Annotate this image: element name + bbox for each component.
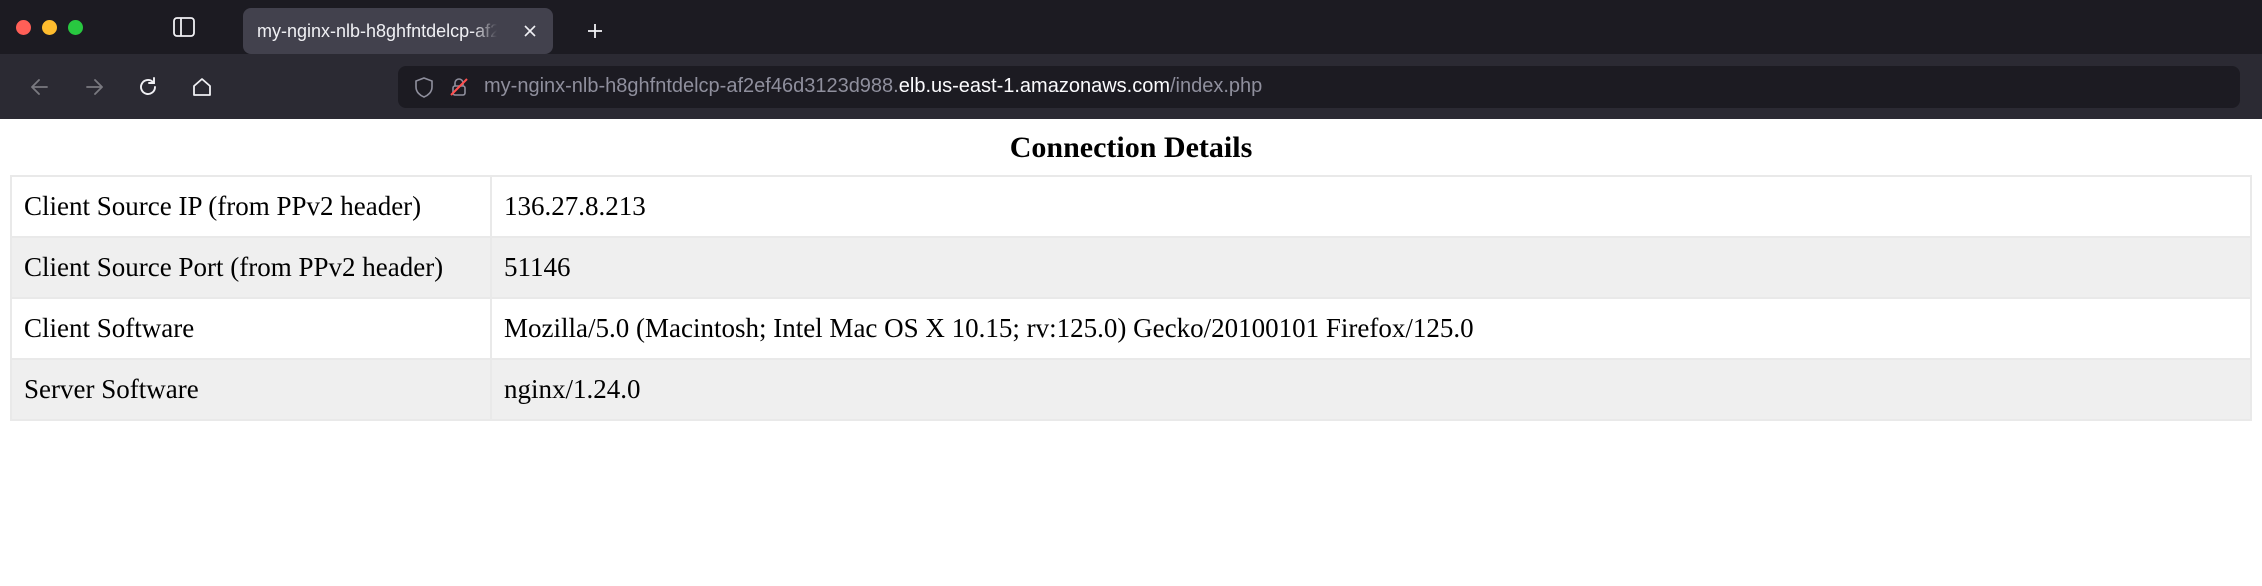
window-controls <box>16 20 83 35</box>
url-host: elb.us-east-1.amazonaws.com <box>899 75 1170 97</box>
page-title: Connection Details <box>0 131 2262 165</box>
arrow-right-icon <box>83 76 105 98</box>
arrow-left-icon <box>29 76 51 98</box>
table-row: Client SoftwareMozilla/5.0 (Macintosh; I… <box>11 298 2251 359</box>
detail-value: Mozilla/5.0 (Macintosh; Intel Mac OS X 1… <box>491 298 2251 359</box>
reload-button[interactable] <box>130 69 166 105</box>
tab-title: my-nginx-nlb-h8ghfntdelcp-af2ef46 <box>257 21 497 42</box>
reload-icon <box>137 76 159 98</box>
detail-label: Server Software <box>11 359 491 420</box>
detail-label: Client Source IP (from PPv2 header) <box>11 176 491 237</box>
close-icon <box>523 24 537 38</box>
window-minimize-button[interactable] <box>42 20 57 35</box>
table-row: Server Softwarenginx/1.24.0 <box>11 359 2251 420</box>
detail-label: Client Source Port (from PPv2 header) <box>11 237 491 298</box>
plus-icon <box>586 22 604 40</box>
home-button[interactable] <box>184 69 220 105</box>
url-bar[interactable]: my-nginx-nlb-h8ghfntdelcp-af2ef46d3123d9… <box>398 66 2240 108</box>
url-path: /index.php <box>1170 75 1262 97</box>
sidebar-toggle-button[interactable] <box>167 10 201 44</box>
back-button[interactable] <box>22 69 58 105</box>
table-row: Client Source IP (from PPv2 header)136.2… <box>11 176 2251 237</box>
tab-close-button[interactable] <box>521 22 539 40</box>
browser-tab[interactable]: my-nginx-nlb-h8ghfntdelcp-af2ef46 <box>243 8 553 54</box>
shield-icon <box>414 76 434 98</box>
detail-value: 51146 <box>491 237 2251 298</box>
home-icon <box>191 76 213 98</box>
page-content: Connection Details Client Source IP (fro… <box>0 119 2262 421</box>
new-tab-button[interactable] <box>577 13 613 49</box>
window-maximize-button[interactable] <box>68 20 83 35</box>
detail-value: 136.27.8.213 <box>491 176 2251 237</box>
connection-details-table: Client Source IP (from PPv2 header)136.2… <box>10 175 2252 421</box>
sidebar-icon <box>173 17 195 37</box>
detail-label: Client Software <box>11 298 491 359</box>
tab-strip: my-nginx-nlb-h8ghfntdelcp-af2ef46 <box>0 0 2262 54</box>
insecure-lock-icon <box>448 76 470 98</box>
forward-button[interactable] <box>76 69 112 105</box>
window-close-button[interactable] <box>16 20 31 35</box>
browser-chrome: my-nginx-nlb-h8ghfntdelcp-af2ef46 <box>0 0 2262 119</box>
url-text: my-nginx-nlb-h8ghfntdelcp-af2ef46d3123d9… <box>484 75 1262 98</box>
url-subdomain: my-nginx-nlb-h8ghfntdelcp-af2ef46d3123d9… <box>484 75 899 97</box>
detail-value: nginx/1.24.0 <box>491 359 2251 420</box>
table-row: Client Source Port (from PPv2 header)511… <box>11 237 2251 298</box>
browser-toolbar: my-nginx-nlb-h8ghfntdelcp-af2ef46d3123d9… <box>0 54 2262 119</box>
